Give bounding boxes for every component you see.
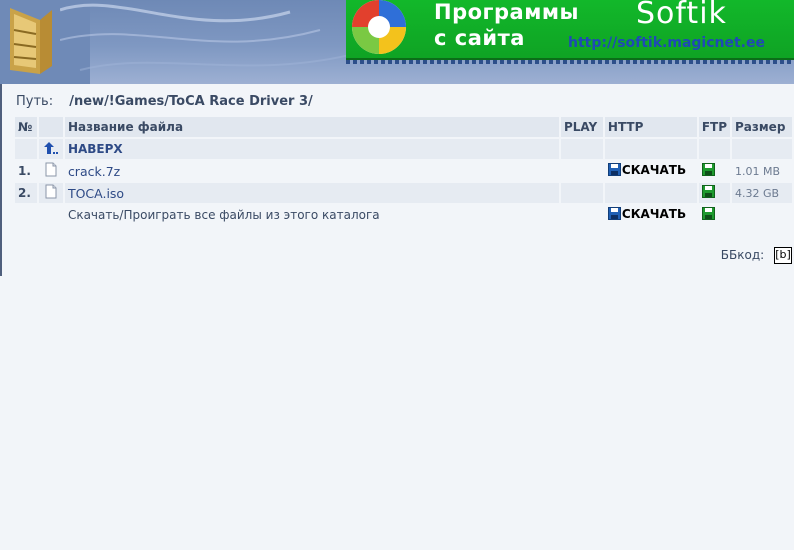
header-ftp: FTP: [698, 117, 730, 137]
ad-banner[interactable]: Программы с сайта Softik http://softik.m…: [346, 0, 794, 60]
bbcode-area: ББкод: [b]: [721, 247, 792, 264]
header-play: PLAY: [560, 117, 603, 137]
path-value: /new/!Games/ToCA Race Driver 3/: [69, 94, 313, 109]
bbcode-button[interactable]: [b]: [774, 247, 792, 264]
header-icon-col: [38, 117, 63, 137]
banner-url: http://softik.magicnet.ee: [568, 35, 765, 51]
bbcode-label: ББкод:: [720, 248, 765, 262]
header-num: №: [15, 117, 37, 137]
file-table: № Название файла PLAY HTTP FTP Размер НА…: [13, 115, 794, 227]
ftp-disk-icon[interactable]: [701, 163, 715, 176]
site-header: Программы с сайта Softik http://softik.m…: [0, 0, 794, 84]
banner-brand: Softik: [636, 0, 727, 31]
all-files-row: Скачать/Проиграть все файлы из этого кат…: [15, 205, 792, 225]
file-size: 1.01 MB: [735, 165, 781, 178]
up-link[interactable]: НАВЕРХ: [68, 142, 123, 156]
file-icon: [45, 162, 57, 177]
download-label: СКАЧАТЬ: [621, 162, 687, 177]
row-number: 2.: [15, 183, 37, 203]
file-link[interactable]: crack.7z: [68, 164, 120, 179]
left-border: [0, 84, 2, 276]
up-arrow-icon[interactable]: [43, 141, 59, 155]
header-http: HTTP: [604, 117, 697, 137]
orb-logo-icon: [352, 0, 406, 54]
up-row[interactable]: НАВЕРХ: [15, 139, 792, 159]
file-link[interactable]: TOCA.iso: [68, 186, 124, 201]
path-label: Путь:: [16, 94, 54, 109]
ftp-disk-icon[interactable]: [701, 207, 715, 220]
header-name: Название файла: [64, 117, 559, 137]
table-header-row: № Название файла PLAY HTTP FTP Размер: [15, 117, 792, 137]
save-disk-icon: [607, 163, 621, 177]
banner-line-2: с сайта: [434, 26, 525, 50]
table-row: 1. crack.7z СКАЧАТЬ 1.01 MB: [15, 161, 792, 181]
banner-line-1: Программы: [434, 0, 580, 24]
download-all-link[interactable]: СКАЧАТЬ: [607, 206, 687, 221]
download-link[interactable]: СКАЧАТЬ: [607, 162, 687, 177]
row-number: 1.: [15, 161, 37, 181]
header-size: Размер: [732, 117, 792, 137]
file-size: 4.32 GB: [735, 187, 780, 200]
all-files-label: Скачать/Проиграть все файлы из этого кат…: [67, 208, 380, 222]
banner-divider: [346, 60, 794, 64]
file-icon: [45, 184, 57, 199]
header-decoration: [60, 3, 350, 71]
breadcrumb: Путь: /new/!Games/ToCA Race Driver 3/: [16, 94, 313, 109]
save-disk-icon: [607, 207, 621, 221]
download-all-label: СКАЧАТЬ: [621, 206, 687, 221]
table-row: 2. TOCA.iso 4.32 GB: [15, 183, 792, 203]
ftp-disk-icon[interactable]: [701, 185, 715, 198]
